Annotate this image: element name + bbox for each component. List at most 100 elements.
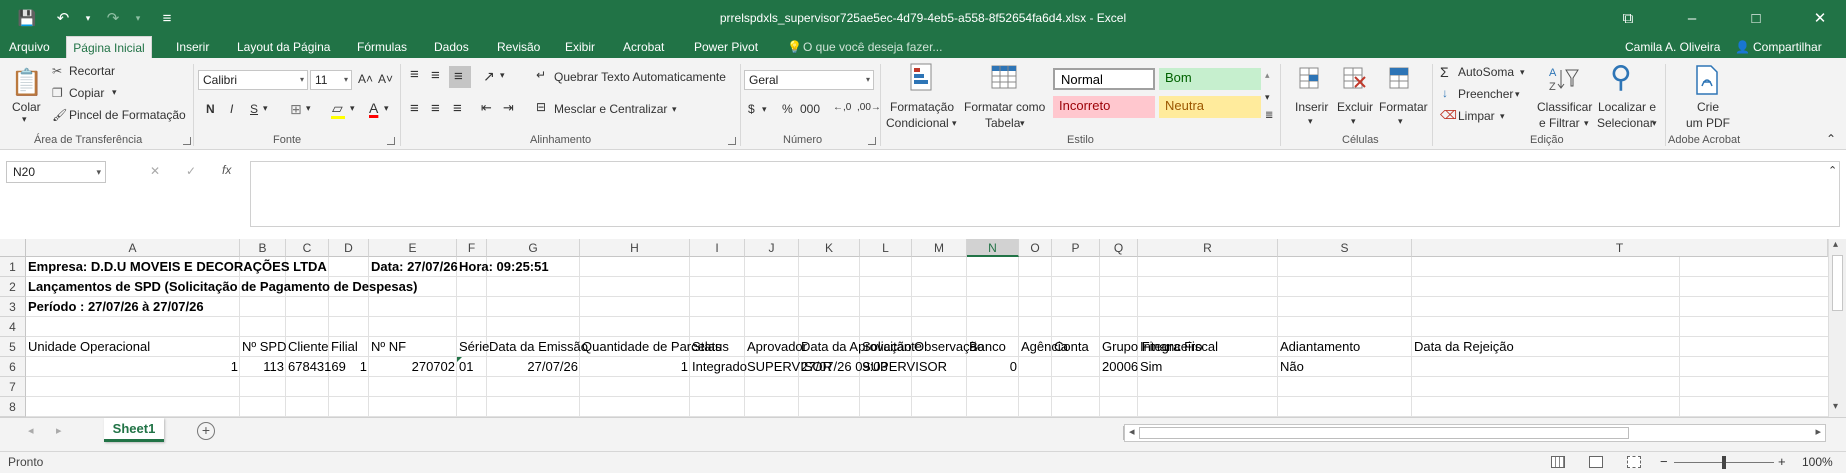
orientation-dropdown-icon[interactable]: ▾ bbox=[500, 70, 505, 81]
row-header-2[interactable]: 2 bbox=[0, 277, 26, 297]
create-pdf-button[interactable]: Crie bbox=[1697, 100, 1719, 114]
number-format-dropdown[interactable]: Geral ▾ bbox=[744, 70, 874, 90]
vertical-scroll-thumb[interactable] bbox=[1832, 255, 1843, 311]
row-header-8[interactable]: 8 bbox=[0, 397, 26, 417]
sort-filter-icon[interactable]: AZ bbox=[1547, 64, 1579, 94]
fill-dropdown-icon[interactable]: ▾ bbox=[1515, 89, 1520, 100]
cell-r6[interactable]: Sim bbox=[1138, 357, 1164, 377]
tab-dados[interactable]: Dados bbox=[434, 36, 469, 58]
fill-color-dropdown-icon[interactable]: ▾ bbox=[350, 103, 355, 114]
format-as-table-icon[interactable] bbox=[990, 62, 1020, 92]
prev-sheet-icon[interactable]: ◂ bbox=[28, 424, 34, 437]
enter-icon[interactable]: ✓ bbox=[186, 164, 196, 178]
font-size-dropdown[interactable]: 11 ▾ bbox=[310, 70, 352, 90]
align-center-icon[interactable]: ≡ bbox=[431, 100, 440, 117]
tab-exibir[interactable]: Exibir bbox=[565, 36, 595, 58]
style-neutral[interactable]: Neutra bbox=[1159, 96, 1261, 118]
undo-icon[interactable]: ↶ bbox=[50, 4, 76, 32]
column-header-r[interactable]: R bbox=[1138, 239, 1278, 257]
scroll-down-icon[interactable]: ▾ bbox=[1833, 401, 1838, 412]
close-icon[interactable]: ✕ bbox=[1794, 0, 1846, 36]
tab-pagina-inicial[interactable]: Página Inicial bbox=[66, 36, 152, 58]
insert-cells-icon[interactable] bbox=[1296, 64, 1324, 94]
cell-s6[interactable]: Não bbox=[1278, 357, 1306, 377]
format-as-table-button-line2[interactable]: Tabela bbox=[985, 116, 1020, 130]
name-box-dropdown-icon[interactable]: ▾ bbox=[96, 162, 101, 182]
cell-d6[interactable]: 1 bbox=[329, 357, 369, 377]
format-cells-icon[interactable] bbox=[1386, 64, 1414, 94]
scroll-right-icon[interactable]: ▸ bbox=[1815, 425, 1821, 438]
create-pdf-button-line2[interactable]: um PDF bbox=[1686, 116, 1730, 130]
conditional-formatting-icon[interactable] bbox=[907, 62, 937, 92]
page-layout-icon[interactable] bbox=[1589, 456, 1603, 468]
styles-scroll-up-icon[interactable]: ▴ bbox=[1265, 70, 1270, 81]
accounting-dropdown-icon[interactable]: ▾ bbox=[762, 104, 767, 115]
expand-formula-bar-icon[interactable]: ⌃ bbox=[1828, 164, 1837, 177]
sort-filter-button[interactable]: Classificar bbox=[1537, 100, 1592, 114]
page-break-icon[interactable] bbox=[1627, 456, 1641, 468]
format-dropdown-icon[interactable]: ▾ bbox=[1398, 116, 1403, 127]
align-left-icon[interactable]: ≡ bbox=[410, 100, 419, 117]
merge-dropdown-icon[interactable]: ▾ bbox=[672, 104, 677, 115]
row-header-5[interactable]: 5 bbox=[0, 337, 26, 357]
style-bad[interactable]: Incorreto bbox=[1053, 96, 1155, 118]
tab-power-pivot[interactable]: Power Pivot bbox=[694, 36, 758, 58]
name-box[interactable]: N20 ▾ bbox=[6, 161, 106, 183]
insert-cells-button[interactable]: Inserir bbox=[1295, 100, 1328, 114]
column-header-j[interactable]: J bbox=[745, 239, 799, 257]
conditional-formatting-button[interactable]: Formatação bbox=[890, 100, 954, 114]
column-header-c[interactable]: C bbox=[286, 239, 329, 257]
paste-dropdown-icon[interactable]: ▾ bbox=[22, 114, 27, 125]
zoom-out-icon[interactable]: − bbox=[1660, 454, 1668, 469]
cell-t5[interactable]: Data da Rejeição bbox=[1412, 337, 1516, 357]
decrease-decimal-icon[interactable]: ,00→ bbox=[857, 102, 881, 113]
alignment-launcher-icon[interactable] bbox=[728, 137, 736, 145]
column-header-m[interactable]: M bbox=[912, 239, 967, 257]
create-pdf-icon[interactable] bbox=[1692, 64, 1722, 96]
column-header-a[interactable]: A bbox=[26, 239, 240, 257]
tab-arquivo[interactable]: Arquivo bbox=[9, 36, 50, 58]
sort-filter-button-line2[interactable]: e Filtrar bbox=[1539, 116, 1580, 130]
column-header-f[interactable]: F bbox=[457, 239, 487, 257]
conditional-formatting-button-line2[interactable]: Condicional bbox=[886, 116, 949, 130]
cell-e6[interactable]: 270702 bbox=[369, 357, 457, 377]
minimize-icon[interactable]: – bbox=[1666, 0, 1718, 36]
error-indicator-icon[interactable] bbox=[457, 357, 462, 362]
column-header-b[interactable]: B bbox=[240, 239, 286, 257]
user-name[interactable]: Camila A. Oliveira bbox=[1625, 36, 1720, 58]
wrap-text-button[interactable]: Quebrar Texto Automaticamente bbox=[554, 70, 726, 84]
scroll-left-icon[interactable]: ◂ bbox=[1129, 425, 1135, 438]
borders-icon[interactable]: ⊞ bbox=[290, 101, 302, 118]
copy-button[interactable]: Copiar bbox=[69, 86, 104, 100]
row-header-1[interactable]: 1 bbox=[0, 257, 26, 277]
cell-h6[interactable]: 1 bbox=[580, 357, 690, 377]
autosum-button[interactable]: AutoSoma bbox=[1458, 65, 1514, 79]
cell-e1[interactable]: Data: 27/07/26 bbox=[369, 257, 460, 277]
tab-formulas[interactable]: Fórmulas bbox=[357, 36, 407, 58]
cell-a2[interactable]: Lançamentos de SPD (Solicitação de Pagam… bbox=[26, 277, 419, 297]
font-color-dropdown-icon[interactable]: ▾ bbox=[384, 103, 389, 114]
delete-dropdown-icon[interactable]: ▾ bbox=[1351, 116, 1356, 127]
column-header-n[interactable]: N bbox=[967, 239, 1019, 257]
column-header-g[interactable]: G bbox=[487, 239, 580, 257]
cancel-icon[interactable]: ✕ bbox=[150, 164, 160, 178]
share-button[interactable]: Compartilhar bbox=[1753, 36, 1822, 58]
sort-filter-dropdown-icon[interactable]: ▾ bbox=[1584, 118, 1589, 129]
zoom-in-icon[interactable]: + bbox=[1778, 454, 1786, 469]
conditional-dropdown-icon[interactable]: ▾ bbox=[952, 118, 957, 129]
increase-decimal-icon[interactable]: ←,0 bbox=[833, 102, 851, 113]
column-header-h[interactable]: H bbox=[580, 239, 690, 257]
comma-style-icon[interactable]: 000 bbox=[800, 102, 820, 116]
bold-icon[interactable]: N bbox=[206, 102, 215, 116]
formula-input[interactable] bbox=[250, 161, 1840, 227]
paste-icon[interactable]: 📋 bbox=[11, 64, 43, 100]
clear-dropdown-icon[interactable]: ▾ bbox=[1500, 111, 1505, 122]
row-header-7[interactable]: 7 bbox=[0, 377, 26, 397]
grow-font-icon[interactable]: A˄ bbox=[358, 72, 373, 86]
align-middle-icon[interactable]: ≡ bbox=[431, 67, 440, 84]
cell-a3[interactable]: Período : 27/07/26 à 27/07/26 bbox=[26, 297, 206, 317]
normal-view-icon[interactable] bbox=[1551, 456, 1565, 468]
tab-revisao[interactable]: Revisão bbox=[497, 36, 540, 58]
row-header-6[interactable]: 6 bbox=[0, 357, 26, 377]
cell-c5[interactable]: Cliente bbox=[286, 337, 330, 357]
